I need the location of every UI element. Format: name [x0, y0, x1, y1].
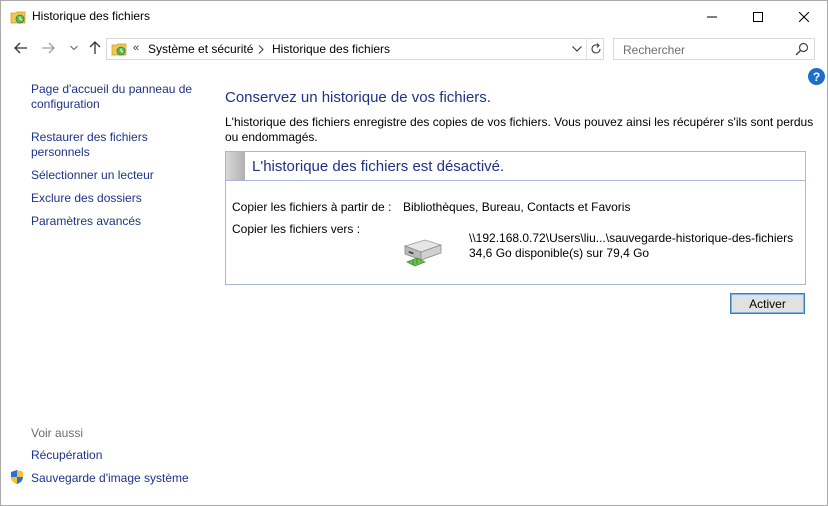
sidebar-link-exclude-folders[interactable]: Exclure des dossiers	[31, 191, 201, 206]
status-panel: L'historique des fichiers est désactivé.…	[225, 151, 806, 285]
uac-shield-icon	[11, 470, 23, 484]
copy-from-label: Copier les fichiers à partir de :	[232, 200, 392, 214]
search-placeholder: Rechercher	[623, 43, 686, 57]
status-indicator-bar	[226, 152, 245, 180]
refresh-button[interactable]	[586, 39, 604, 59]
see-also-header: Voir aussi	[31, 426, 84, 440]
minimize-button[interactable]	[689, 1, 735, 32]
sidebar-link-system-image-backup[interactable]: Sauvegarde d'image système	[31, 471, 201, 486]
navigation-bar: « Système et sécurité Historique des fic…	[1, 32, 827, 65]
forward-button[interactable]	[39, 39, 57, 57]
back-button[interactable]	[12, 39, 30, 57]
backup-drive-space: 34,6 Go disponible(s) sur 79,4 Go	[469, 246, 650, 260]
maximize-icon	[753, 11, 763, 22]
backup-drive-path: \\192.168.0.72\Users\liu...\sauvegarde-h…	[469, 231, 794, 245]
close-button[interactable]	[781, 1, 827, 32]
sidebar-link-restore-files[interactable]: Restaurer des fichiers personnels	[31, 130, 201, 160]
title-bar: Historique des fichiers	[1, 1, 827, 32]
refresh-icon	[590, 43, 601, 54]
up-button[interactable]	[86, 39, 104, 57]
breadcrumb-historique-fichiers[interactable]: Historique des fichiers	[272, 42, 390, 56]
sidebar-link-select-drive[interactable]: Sélectionner un lecteur	[31, 168, 201, 183]
minimize-icon	[707, 16, 717, 17]
status-title: L'historique des fichiers est désactivé.	[252, 158, 505, 175]
close-icon	[799, 11, 809, 22]
maximize-button[interactable]	[735, 1, 781, 32]
sidebar-link-recovery[interactable]: Récupération	[31, 448, 201, 463]
copy-to-label: Copier les fichiers vers :	[232, 222, 361, 236]
search-icon[interactable]	[795, 42, 809, 56]
copy-from-value: Bibliothèques, Bureau, Contacts et Favor…	[403, 200, 631, 214]
recent-locations-button[interactable]	[65, 39, 83, 57]
window-title: Historique des fichiers	[32, 9, 151, 23]
file-history-window: Historique des fichiers « Système et séc…	[0, 0, 828, 506]
network-drive-icon	[403, 239, 443, 267]
breadcrumb-systeme-securite[interactable]: Système et sécurité	[148, 42, 253, 56]
address-dropdown-button[interactable]	[569, 40, 585, 58]
up-arrow-icon	[89, 41, 101, 54]
sidebar: Page d'accueil du panneau de configurati…	[1, 65, 213, 505]
help-button[interactable]: ?	[808, 68, 825, 85]
page-title: Conservez un historique de vos fichiers.	[225, 89, 491, 106]
file-history-icon	[111, 43, 127, 56]
back-arrow-icon	[14, 42, 27, 54]
status-panel-header: L'historique des fichiers est désactivé.	[226, 152, 805, 181]
chevron-down-icon	[572, 46, 582, 52]
forward-arrow-icon	[42, 42, 55, 54]
sidebar-link-advanced-settings[interactable]: Paramètres avancés	[31, 214, 201, 229]
page-description: L'historique des fichiers enregistre des…	[225, 115, 814, 144]
file-history-icon	[10, 11, 26, 24]
sidebar-link-control-panel-home[interactable]: Page d'accueil du panneau de configurati…	[31, 82, 201, 112]
activate-button[interactable]: Activer	[730, 293, 805, 314]
chevron-down-icon	[70, 45, 78, 51]
breadcrumb-separator-icon[interactable]	[258, 45, 264, 54]
address-bar[interactable]: « Système et sécurité Historique des fic…	[106, 38, 604, 60]
search-input[interactable]: Rechercher	[613, 38, 815, 60]
address-overflow[interactable]: «	[133, 42, 139, 54]
